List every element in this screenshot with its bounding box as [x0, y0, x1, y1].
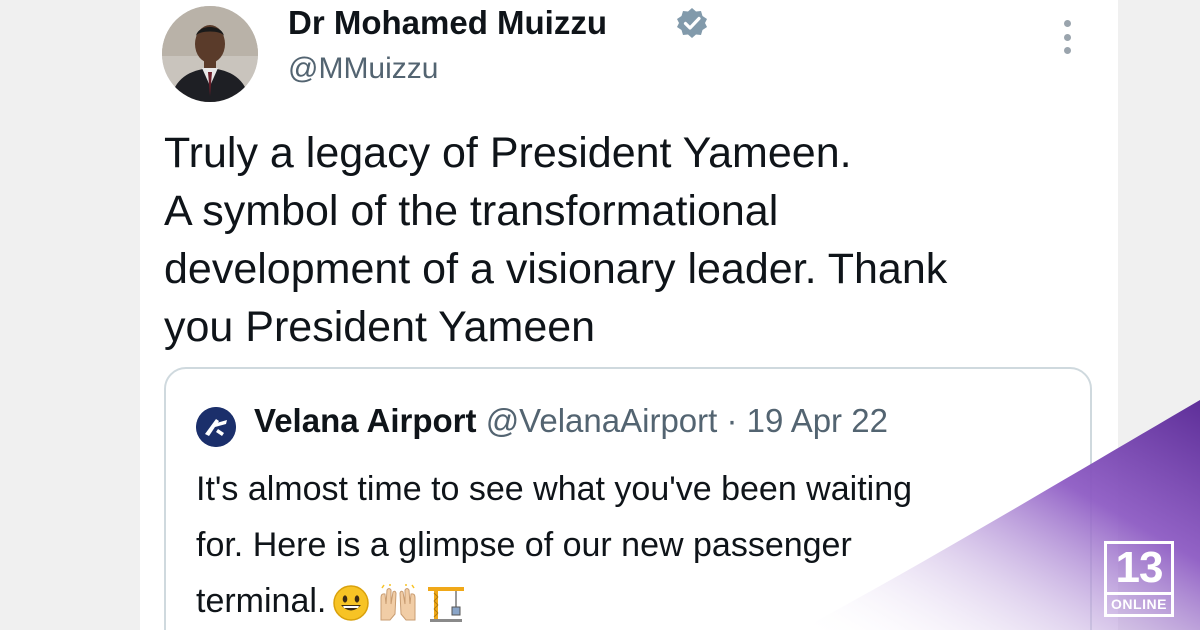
author-display-name[interactable]: Dr Mohamed Muizzu	[288, 4, 607, 42]
quoted-author-name[interactable]: Velana Airport	[254, 402, 477, 439]
author-avatar[interactable]	[162, 6, 258, 102]
quoted-line: terminal.	[196, 582, 327, 620]
logo-label: ONLINE	[1107, 592, 1171, 613]
quoted-tweet-text: It's almost time to see what you've been…	[196, 461, 1076, 629]
quoted-author-meta: @VelanaAirport · 19 Apr 22	[485, 402, 888, 439]
building-construction-icon	[428, 587, 465, 623]
quoted-tweet[interactable]: Velana Airport @VelanaAirport · 19 Apr 2…	[164, 367, 1092, 630]
more-options-icon[interactable]	[1060, 20, 1074, 54]
quoted-line: for. Here is a glimpse of our new passen…	[196, 526, 852, 564]
author-handle[interactable]: @MMuizzu	[288, 52, 438, 86]
quoted-line-with-emojis: terminal.	[196, 573, 1076, 629]
logo-number: 13	[1115, 543, 1164, 592]
tweet-card: Dr Mohamed Muizzu @MMuizzu Truly a legac…	[140, 0, 1118, 630]
raising-hands-icon	[380, 584, 416, 621]
tweet-line: you President Yameen	[164, 303, 596, 351]
tweet-line: development of a visionary leader. Thank	[164, 245, 948, 293]
left-margin	[0, 0, 140, 630]
author-portrait-icon	[162, 6, 258, 102]
tweet-line: A symbol of the transformational	[164, 187, 779, 235]
quoted-tweet-header: Velana Airport @VelanaAirport · 19 Apr 2…	[254, 399, 888, 443]
tweet-text: Truly a legacy of President Yameen. A sy…	[164, 124, 1064, 356]
velana-airport-logo-icon	[196, 407, 236, 447]
grinning-face-icon	[333, 585, 370, 621]
channel-13-online-logo: 13 ONLINE	[1104, 541, 1174, 617]
right-margin	[1118, 0, 1200, 630]
quoted-line: It's almost time to see what you've been…	[196, 470, 913, 508]
verified-badge-icon	[677, 8, 707, 38]
tweet-line: Truly a legacy of President Yameen.	[164, 129, 852, 177]
